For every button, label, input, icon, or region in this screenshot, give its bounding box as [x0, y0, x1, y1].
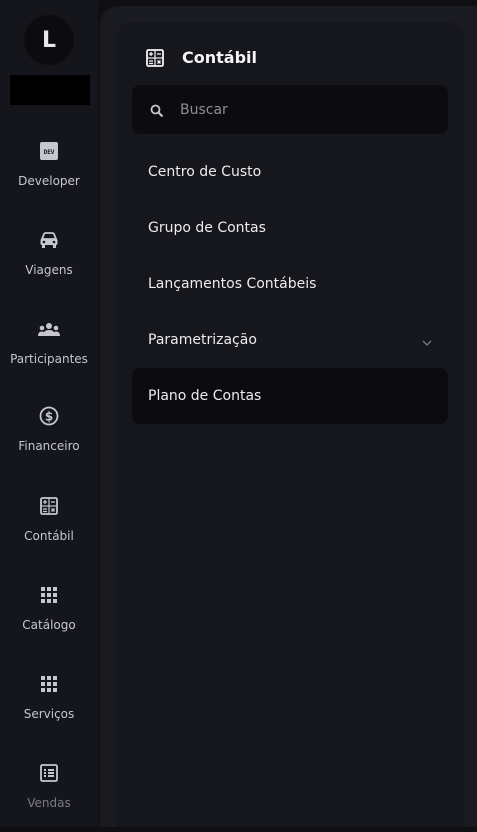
sidebar-item-label: Catálogo [22, 618, 76, 632]
sidebar-item-financeiro[interactable]: $ Financeiro [0, 405, 98, 475]
menu-item-lancamentos-contabeis[interactable]: Lançamentos Contábeis [132, 256, 448, 312]
panel-header: Contábil [146, 48, 257, 67]
sidebar-rail: L DEV Developer Viagens Participantes $ … [0, 0, 98, 827]
avatar[interactable]: L [24, 15, 74, 65]
svg-text:DEV: DEV [44, 149, 55, 156]
search-input[interactable] [178, 100, 432, 119]
sidebar-item-participantes[interactable]: Participantes [0, 318, 98, 388]
search-icon [150, 103, 164, 117]
list-icon [38, 762, 60, 784]
menu-item-label: Lançamentos Contábeis [148, 276, 317, 292]
car-icon [38, 229, 60, 251]
menu-item-label: Grupo de Contas [148, 220, 266, 236]
sidebar-item-catalogo[interactable]: Catálogo [0, 584, 98, 654]
calculator-icon [146, 48, 164, 67]
dev-icon: DEV [38, 140, 60, 162]
search-box[interactable] [132, 85, 448, 134]
sidebar-item-vendas[interactable]: Vendas [0, 762, 98, 832]
submenu-panel: Contábil Centro de Custo Grupo de Contas… [116, 22, 464, 827]
redacted-block [10, 75, 90, 105]
menu-item-label: Parametrização [148, 332, 257, 348]
group-icon [38, 318, 60, 340]
svg-text:$: $ [45, 410, 53, 424]
menu-item-grupo-de-contas[interactable]: Grupo de Contas [132, 200, 448, 256]
menu-item-plano-de-contas[interactable]: Plano de Contas [132, 368, 448, 424]
panel-title: Contábil [182, 48, 257, 67]
sidebar-item-label: Developer [18, 174, 80, 188]
sidebar-item-contabil[interactable]: Contábil [0, 495, 98, 565]
chevron-down-icon [422, 334, 432, 350]
grid-icon [38, 584, 60, 606]
avatar-initial: L [41, 27, 57, 53]
menu-item-label: Plano de Contas [148, 388, 262, 404]
calculator-icon [38, 495, 60, 517]
sidebar-item-label: Participantes [10, 352, 88, 366]
menu-item-parametrizacao[interactable]: Parametrização [132, 312, 448, 368]
menu-item-label: Centro de Custo [148, 164, 262, 180]
sidebar-item-label: Financeiro [18, 439, 80, 453]
sidebar-item-developer[interactable]: DEV Developer [0, 140, 98, 210]
dollar-icon: $ [38, 405, 60, 427]
sidebar-item-label: Serviços [23, 707, 75, 721]
menu-item-centro-de-custo[interactable]: Centro de Custo [132, 144, 448, 200]
sidebar-item-servicos[interactable]: Serviços [0, 673, 98, 743]
grid-icon [38, 673, 60, 695]
sidebar-item-label: Viagens [25, 263, 73, 277]
sidebar-item-viagens[interactable]: Viagens [0, 229, 98, 299]
sidebar-item-label: Vendas [27, 796, 71, 810]
sidebar-item-label: Contábil [24, 529, 74, 543]
